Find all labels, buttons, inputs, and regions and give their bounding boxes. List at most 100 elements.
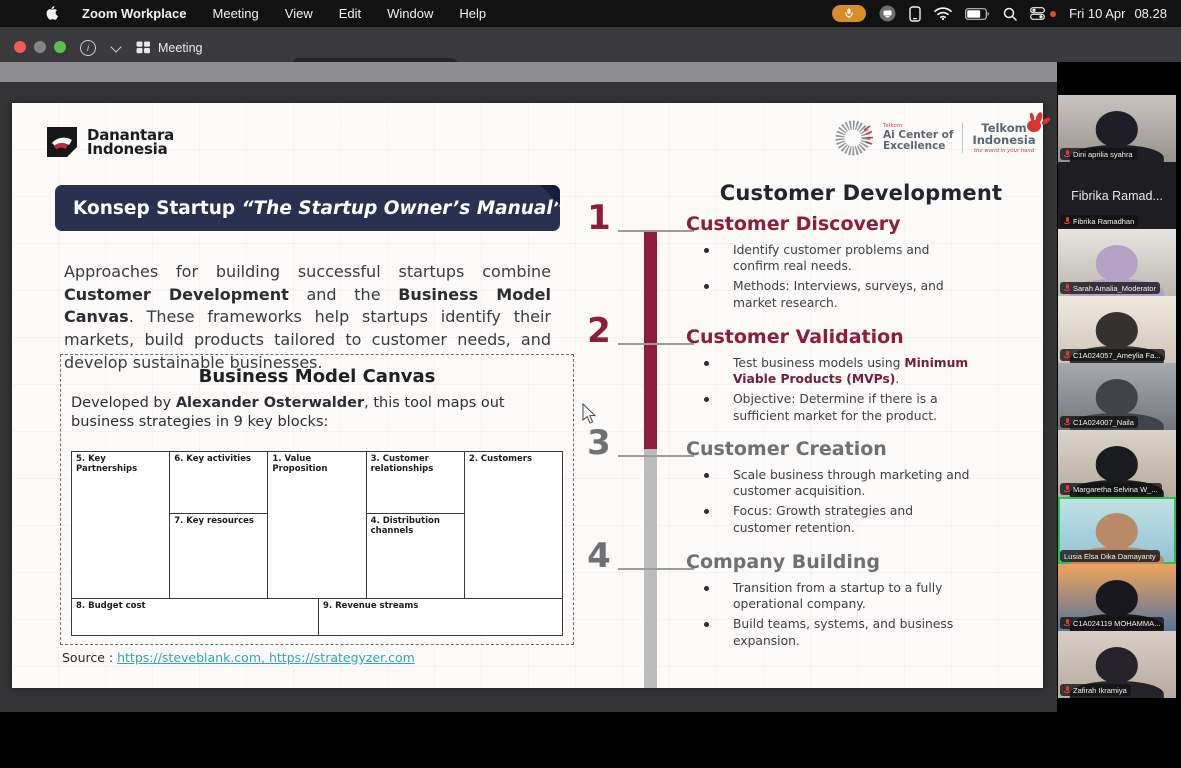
source-line: Source : https://steveblank.com, https:/… [62,650,415,665]
bmc-cell-key-activities: 6. Key activities [170,452,267,514]
wifi-icon[interactable] [934,7,952,20]
menu-item-help[interactable]: Help [459,6,486,21]
spotlight-search-icon[interactable] [1003,7,1017,21]
participant-tile[interactable]: C1A024007_Naila [1058,363,1176,430]
participant-tile[interactable]: Margaretha Selvina W_... [1058,430,1176,497]
control-center-icon[interactable] [1030,7,1045,20]
participant-name: Fibrika Ramadhan [1073,217,1134,226]
participant-name: C1A024007_Naila [1073,418,1134,427]
stage-bullet: Methods: Interviews, surveys, and market… [686,278,1016,310]
stage-bullet: Transition from a startup to a fully ope… [686,580,1016,612]
stage-block-customer-discovery: Customer Discovery Identify customer prob… [686,213,1016,315]
menu-item-window[interactable]: Window [387,6,433,21]
minimize-window-button[interactable] [34,41,46,53]
participant-tile[interactable]: C1A024119 MOHAMMA... [1058,564,1176,631]
danantara-logo-icon [45,125,79,159]
participant-name: Zafirah Ikramiya [1073,686,1127,695]
participant-tile[interactable]: Sarah Amalia_Moderator [1058,229,1176,296]
stage-title: Customer Discovery [686,213,1016,235]
bmc-box: Business Model Canvas Developed by Alexa… [60,354,574,645]
stage-block-company-building: Company BuildingTransition from a startu… [686,551,1016,653]
menu-item-meeting[interactable]: Meeting [213,6,259,21]
participant-tile[interactable]: Zafirah Ikramiya [1058,631,1176,698]
stage-bullet: Test business models using Minimum Viabl… [686,355,1016,387]
battery-icon[interactable] [965,8,990,20]
muted-mic-icon [1064,217,1070,225]
meeting-info-icon[interactable]: i [80,40,96,56]
participant-name-label: C1A024119 MOHAMMA... [1060,617,1164,629]
stage-tick-line [618,455,694,457]
notification-dot [1050,11,1056,17]
bmc-table: 5. Key Partnerships 6. Key activities 7.… [71,451,563,636]
bmc-cell-distribution-channels: 4. Distribution channels [367,514,464,537]
participant-name-label: Margaretha Selvina W_... [1060,483,1162,495]
bmc-cell-customers: 2. Customers [465,452,562,598]
logo-line2: Indonesia [87,142,174,156]
apple-logo-icon[interactable] [46,6,60,22]
participant-name-label: C1A024057_Ameylia Fa... [1060,349,1165,361]
participant-name: Sarah Amalia_Moderator [1073,284,1156,293]
meeting-grid-icon [136,41,151,59]
source-link-steveblank[interactable]: https://steveblank.com [117,650,261,665]
stage-bullet: Objective: Determine if there is a suffi… [686,391,1016,423]
participant-name: Margaretha Selvina W_... [1073,485,1158,494]
participant-name: Dini aprilia syahra [1073,150,1133,159]
source-label: Source : [62,650,113,665]
stage-block-customer-creation: Customer Creation Scale business through … [686,438,1016,540]
participant-name-label: Zafirah Ikramiya [1060,684,1131,696]
customer-development-section: Customer Development 1 Customer Discovery… [580,103,1043,688]
participant-name-label: Lusia Elsa Dika Damayanty [1060,550,1160,562]
menubar-app-name[interactable]: Zoom Workplace [82,6,187,21]
source-link-strategyzer[interactable]: https://strategyzer.com [269,650,415,665]
shared-screen-region: Danantara Indonesia Telkom Ai Center of … [0,62,1057,712]
muted-mic-icon [1064,686,1070,694]
muted-mic-icon [1064,418,1070,426]
participant-name: C1A024119 MOHAMMA... [1073,619,1160,628]
muted-mic-icon [1064,485,1070,493]
mic-in-use-indicator[interactable] [832,5,866,22]
customer-development-heading: Customer Development [706,181,1016,205]
menubar-clock[interactable]: Fri 10 Apr08.28 [1069,6,1167,21]
muted-mic-icon [1064,284,1070,292]
zoom-window-button[interactable] [54,41,66,53]
meeting-tab-label: Meeting [158,41,202,55]
source-separator: , [261,650,269,665]
stage-number-3: 3 [582,423,616,463]
bmc-cell-customer-relationships: 3. Customer relationships [367,452,464,514]
display-icon[interactable] [909,6,921,22]
participants-sidebar: Dini aprilia syahra Fibrika Ramad...Fibri… [1057,62,1181,712]
stage-bullet: Identify customer problems and confirm r… [686,242,1016,274]
danantara-logo: Danantara Indonesia [45,125,174,159]
stage-title: Customer Creation [686,438,1016,460]
screen-mirroring-icon[interactable] [879,5,896,22]
participant-tile[interactable]: Fibrika Ramad...Fibrika Ramadhan [1058,162,1176,229]
participant-name: C1A024057_Ameylia Fa... [1073,351,1161,360]
participant-tile[interactable]: Dini aprilia syahra [1058,95,1176,162]
bmc-cell-revenue-streams: 9. Revenue streams [319,599,562,635]
participant-name-label: Dini aprilia syahra [1060,148,1137,160]
stage-tick-line [618,343,694,345]
timeline-bar-maroon [644,230,657,449]
bmc-cell-budget-cost: 8. Budget cost [72,599,319,635]
stage-number-1: 1 [582,198,616,238]
slide-title: Konsep Startup “The Startup Owner’s Manu… [73,198,565,219]
participant-name: Lusia Elsa Dika Damayanty [1064,552,1156,561]
bmc-title: Business Model Canvas [61,366,573,387]
participant-tile[interactable]: C1A024057_Ameylia Fa... [1058,296,1176,363]
slide-title-banner: Konsep Startup “The Startup Owner’s Manu… [55,185,560,231]
stage-number-2: 2 [582,311,616,351]
stage-bullet: Scale business through marketing and cus… [686,467,1016,499]
menu-item-view[interactable]: View [285,6,313,21]
menubar-menus: Meeting View Edit Window Help [213,6,487,21]
bmc-cell-key-resources: 7. Key resources [170,514,267,527]
zoom-titlebar: i Meeting Da Dini aprilia syahra's scree… [0,27,1181,62]
participant-tile[interactable]: Lusia Elsa Dika Damayanty [1058,497,1176,564]
menu-item-edit[interactable]: Edit [339,6,361,21]
chevron-down-icon[interactable] [110,41,121,52]
macos-menubar: Zoom Workplace Meeting View Edit Window Help… [0,0,1181,27]
stage-tick-line [618,568,694,570]
shared-screen-top-strip [0,62,1057,82]
stage-bullet: Focus: Growth strategies and customer re… [686,503,1016,535]
close-window-button[interactable] [14,41,26,53]
stage-block-customer-validation: Customer ValidationTest business models … [686,326,1016,428]
